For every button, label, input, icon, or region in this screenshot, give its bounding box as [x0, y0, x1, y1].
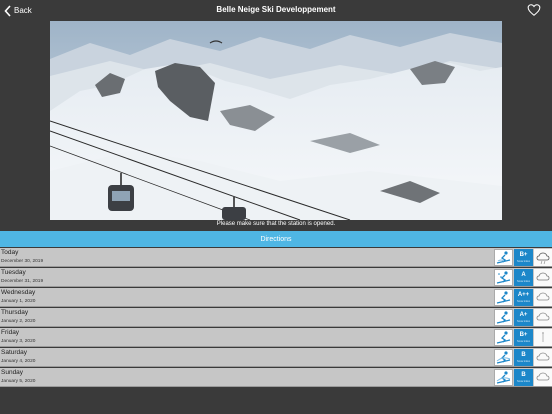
- day-date: January 3, 2020: [1, 339, 36, 344]
- snow-grade: B+: [519, 332, 528, 338]
- snow-grade-label: Snow index: [517, 320, 530, 323]
- snow-grade: B+: [519, 252, 528, 258]
- skier-icon: [494, 309, 513, 326]
- weather-icon: [534, 249, 552, 266]
- day-name: Today: [1, 249, 19, 256]
- day-name: Wednesday: [1, 289, 36, 296]
- forecast-row[interactable]: Saturday January 4, 2020 B Snow index: [0, 348, 552, 367]
- weather-icon: [534, 309, 552, 326]
- day-date: December 30, 2019: [1, 259, 44, 264]
- day-date: January 4, 2020: [1, 359, 36, 364]
- weather-icon: [534, 269, 552, 286]
- day-name: Thursday: [1, 309, 29, 316]
- snow-grade-badge: A+ Snow index: [514, 309, 533, 326]
- forecast-row[interactable]: Tuesday December 31, 2019 A Snow index: [0, 268, 552, 287]
- day-name: Tuesday: [1, 269, 26, 276]
- snow-grade-label: Snow index: [517, 260, 530, 263]
- snow-grade-badge: A++ Snow index: [514, 289, 533, 306]
- snow-grade-badge: B+ Snow index: [514, 249, 533, 266]
- snow-grade: B: [521, 352, 526, 358]
- mountain-image: [50, 21, 502, 220]
- forecast-row[interactable]: Sunday January 5, 2020 B Snow index: [0, 368, 552, 387]
- nav-bar: Back Belle Neige Ski Developpement: [0, 0, 552, 21]
- skier-icon: [494, 289, 513, 306]
- forecast-row[interactable]: Thursday January 2, 2020 A+ Snow index: [0, 308, 552, 327]
- day-date: January 1, 2020: [1, 299, 36, 304]
- snow-grade: A++: [517, 292, 530, 298]
- snow-grade-label: Snow index: [517, 380, 530, 383]
- day-date: January 2, 2020: [1, 319, 36, 324]
- weather-icon: [534, 369, 552, 386]
- snow-grade-badge: B Snow index: [514, 369, 533, 386]
- snow-grade-badge: A Snow index: [514, 269, 533, 286]
- snow-grade-label: Snow index: [517, 280, 530, 283]
- day-date: December 31, 2019: [1, 279, 44, 284]
- snow-grade-label: Snow index: [517, 300, 530, 303]
- snow-grade: A: [521, 272, 526, 278]
- weather-icon: [534, 289, 552, 306]
- weather-icon: [534, 329, 552, 346]
- forecast-row[interactable]: Today December 30, 2019 B+ Snow index: [0, 248, 552, 267]
- forecast-row[interactable]: Friday January 3, 2020 B+ Snow index: [0, 328, 552, 347]
- directions-button[interactable]: Directions: [0, 231, 552, 247]
- station-notice: Please make sure that the station is ope…: [216, 221, 336, 227]
- snow-grade: A+: [519, 312, 528, 318]
- page-title: Belle Neige Ski Developpement: [216, 5, 336, 14]
- skier-icon: [494, 369, 513, 386]
- snow-grade-label: Snow index: [517, 360, 530, 363]
- forecast-list: Today December 30, 2019 B+ Snow index Tu…: [0, 248, 552, 388]
- weather-icon: [534, 349, 552, 366]
- directions-label: Directions: [260, 235, 292, 243]
- day-name: Saturday: [1, 349, 28, 356]
- snow-grade-label: Snow index: [517, 340, 530, 343]
- snow-grade: B: [521, 372, 526, 378]
- snow-grade-badge: B+ Snow index: [514, 329, 533, 346]
- snow-grade-badge: B Snow index: [514, 349, 533, 366]
- skier-icon: [494, 249, 513, 266]
- forecast-row[interactable]: Wednesday January 1, 2020 A++ Snow index: [0, 288, 552, 307]
- day-name: Friday: [1, 329, 20, 336]
- skier-icon: [494, 349, 513, 366]
- day-name: Sunday: [1, 369, 24, 376]
- day-date: January 5, 2020: [1, 379, 36, 384]
- heart-icon[interactable]: [527, 3, 541, 17]
- skier-icon: [494, 269, 513, 286]
- station-photo: [50, 21, 502, 220]
- skier-icon: [494, 329, 513, 346]
